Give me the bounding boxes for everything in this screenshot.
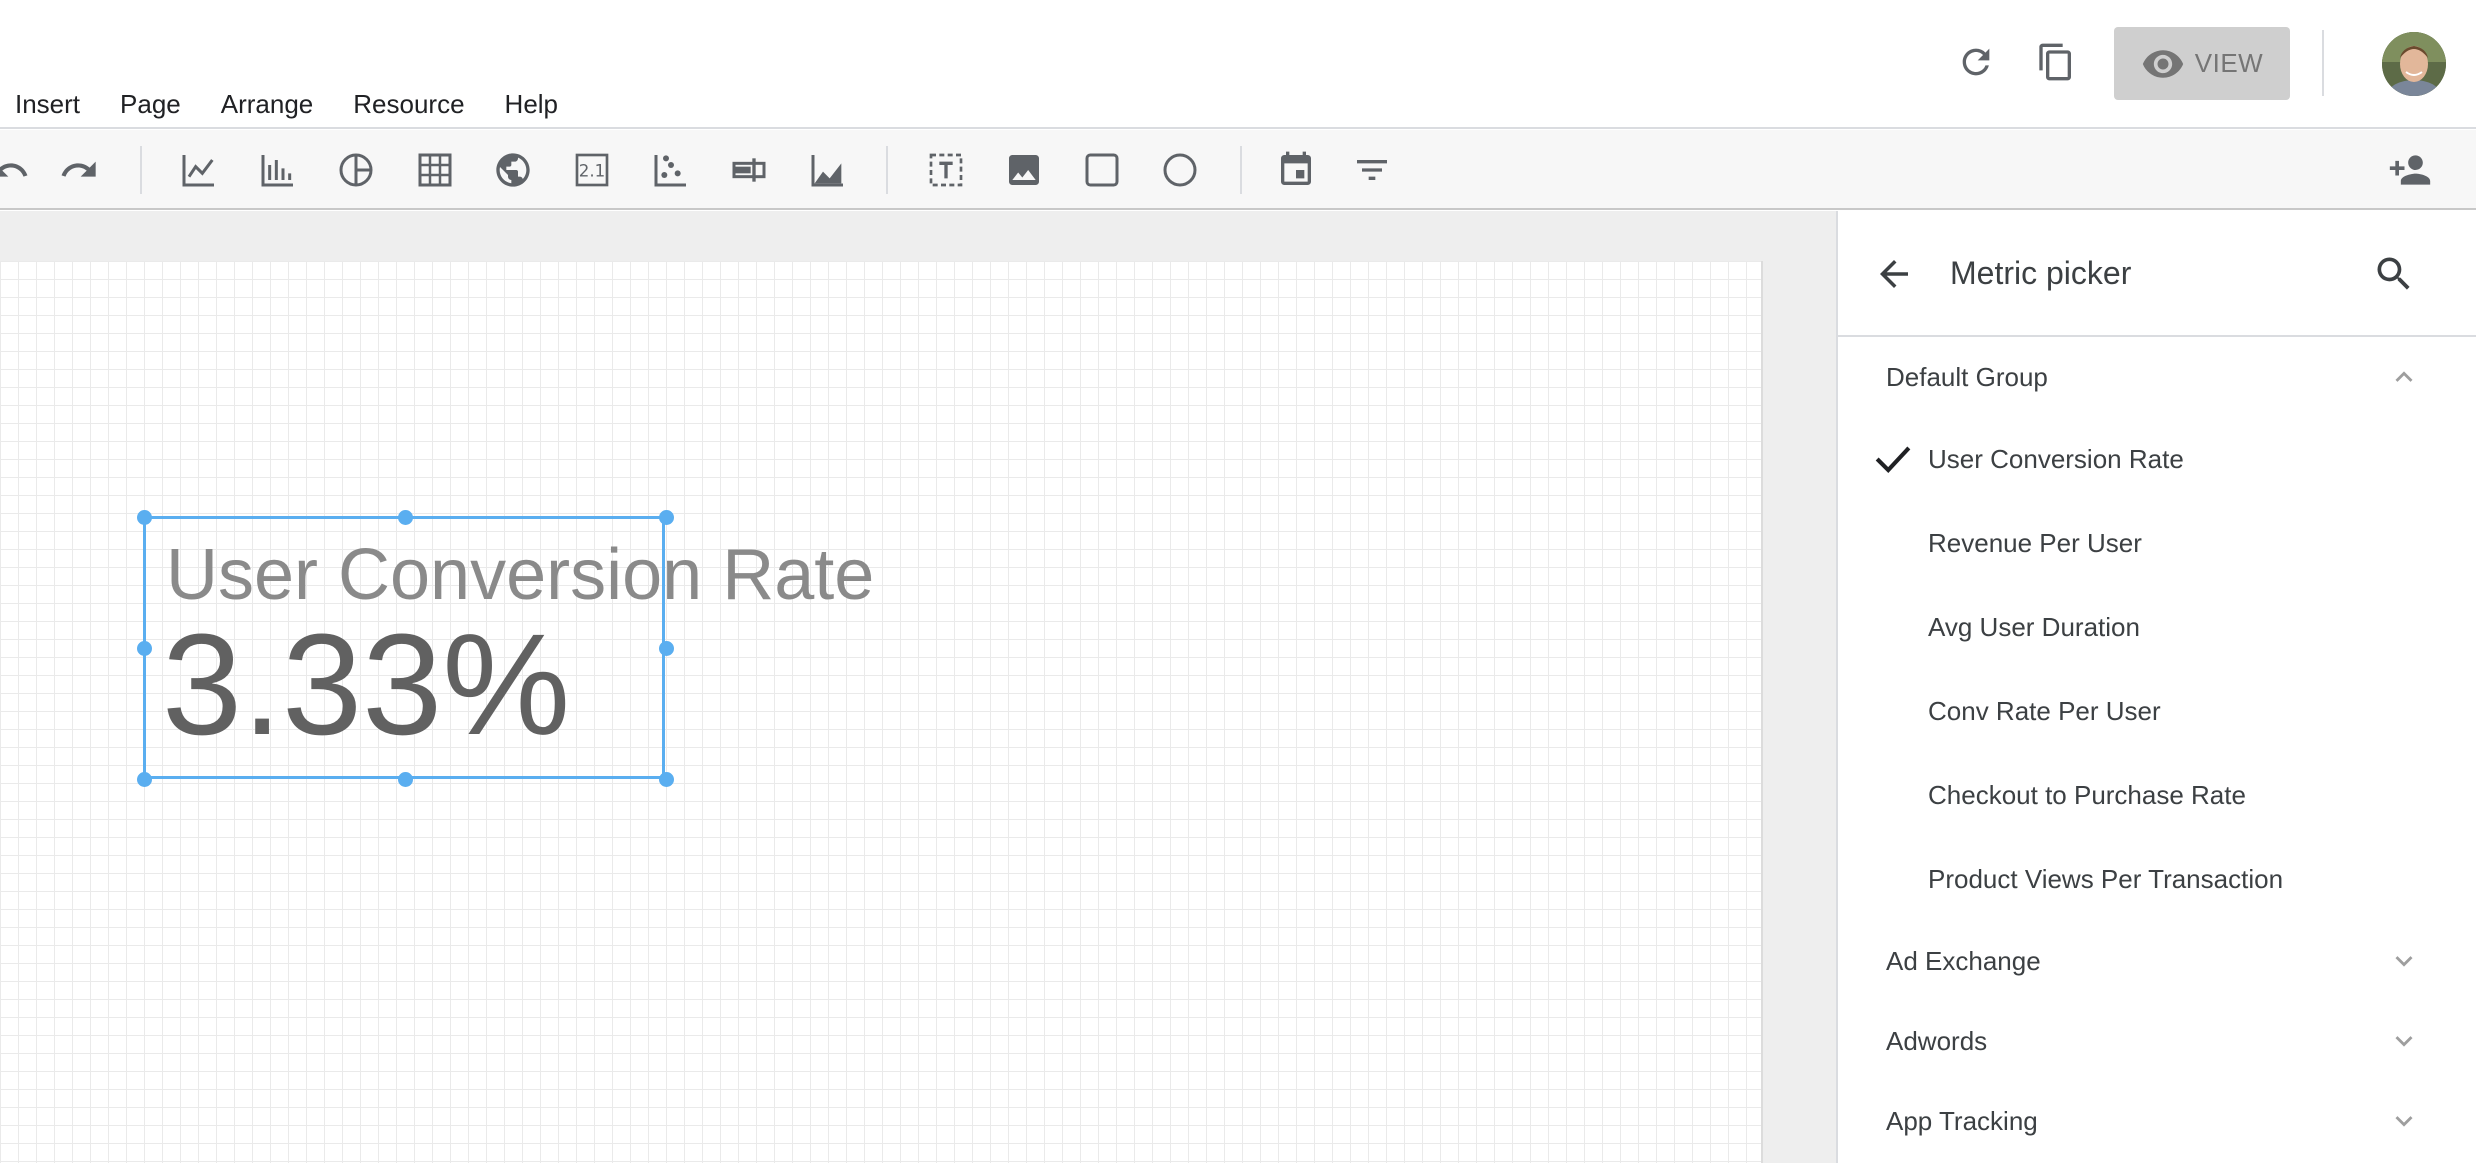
group-label: Adwords [1886, 1026, 1988, 1056]
eye-icon [2142, 49, 2183, 78]
group-default[interactable]: Default Group [1838, 342, 2476, 412]
image-icon[interactable] [1000, 146, 1048, 194]
geo-map-icon[interactable] [489, 146, 537, 194]
resize-handle-right[interactable] [659, 641, 674, 656]
redo-icon[interactable] [55, 146, 103, 194]
toolbar-separator [1240, 146, 1242, 194]
group-adwords[interactable]: Adwords [1838, 1006, 2476, 1076]
header-divider [2322, 30, 2324, 96]
avatar[interactable] [2382, 32, 2446, 96]
undo-icon[interactable] [0, 146, 34, 194]
table-icon[interactable] [411, 146, 459, 194]
view-button-label: VIEW [2194, 48, 2264, 78]
resize-handle-bottom[interactable] [398, 772, 413, 787]
metric-label: Product Views Per Transaction [1928, 864, 2284, 894]
rectangle-icon[interactable] [1078, 146, 1126, 194]
menu-page[interactable]: Page [120, 89, 181, 120]
arrow-back-icon [1880, 260, 1908, 288]
scorecard-value: 3.33% [162, 604, 571, 765]
panel-header: Metric picker [1838, 211, 2476, 337]
group-ad-exchange[interactable]: Ad Exchange [1838, 926, 2476, 996]
metric-item-product-views-per-transaction[interactable]: Product Views Per Transaction [1838, 844, 2476, 914]
menu-help[interactable]: Help [505, 89, 558, 120]
resize-handle-left[interactable] [137, 641, 152, 656]
view-button[interactable]: VIEW [2114, 27, 2290, 100]
back-button[interactable] [1868, 248, 1920, 300]
metric-item-conv-rate-per-user[interactable]: Conv Rate Per User [1838, 676, 2476, 746]
time-series-chart-icon[interactable] [175, 146, 223, 194]
chevron-down-icon[interactable] [2386, 1023, 2422, 1059]
resize-handle-top-right[interactable] [659, 510, 674, 525]
text-icon[interactable] [922, 146, 970, 194]
svg-text:2.1: 2.1 [579, 162, 606, 181]
bullet-chart-icon[interactable] [725, 146, 773, 194]
area-chart-icon[interactable] [804, 146, 852, 194]
metric-picker-panel: Metric picker Default Group User Convers… [1836, 211, 2476, 1163]
group-label: Default Group [1886, 362, 2048, 392]
menu-arrange[interactable]: Arrange [221, 89, 314, 120]
metric-label: User Conversion Rate [1928, 444, 2184, 474]
metric-label: Checkout to Purchase Rate [1928, 780, 2246, 810]
circle-icon[interactable] [1156, 146, 1204, 194]
toolbar: 2.1 [0, 130, 2476, 210]
metric-item-revenue-per-user[interactable]: Revenue Per User [1838, 508, 2476, 578]
group-label: Ad Exchange [1886, 946, 2041, 976]
bar-chart-icon[interactable] [254, 146, 302, 194]
metric-item-user-conversion-rate[interactable]: User Conversion Rate [1838, 424, 2476, 494]
toolbar-separator [886, 146, 888, 194]
chevron-down-icon[interactable] [2386, 943, 2422, 979]
menu-resource[interactable]: Resource [353, 89, 464, 120]
copy-icon[interactable] [2024, 30, 2088, 94]
toolbar-separator [140, 146, 142, 194]
date-range-icon[interactable] [1272, 146, 1320, 194]
check-icon [1875, 446, 1911, 474]
search-icon [2377, 257, 2410, 290]
group-app-tracking[interactable]: App Tracking [1838, 1086, 2476, 1156]
chevron-down-icon[interactable] [2386, 1103, 2422, 1139]
scatter-chart-icon[interactable] [647, 146, 695, 194]
metric-label: Conv Rate Per User [1928, 696, 2161, 726]
scorecard-icon[interactable]: 2.1 [568, 146, 616, 194]
menu-insert[interactable]: Insert [15, 89, 80, 120]
group-label: App Tracking [1886, 1106, 2038, 1136]
resize-handle-bottom-left[interactable] [137, 772, 152, 787]
pie-chart-icon[interactable] [332, 146, 380, 194]
resize-handle-bottom-right[interactable] [659, 772, 674, 787]
panel-title: Metric picker [1950, 255, 2132, 291]
add-person-icon[interactable] [2386, 146, 2434, 194]
menu-bar: Insert Page Arrange Resource Help [0, 84, 583, 124]
metric-item-checkout-to-purchase-rate[interactable]: Checkout to Purchase Rate [1838, 760, 2476, 830]
scorecard-chart[interactable]: User Conversion Rate 3.33% [137, 510, 874, 787]
app-header: Insert Page Arrange Resource Help VIEW [0, 0, 2476, 129]
resize-handle-top[interactable] [398, 510, 413, 525]
filter-control-icon[interactable] [1348, 146, 1396, 194]
chevron-up-icon[interactable] [2386, 359, 2422, 395]
scorecard-title: User Conversion Rate [166, 535, 875, 615]
refresh-icon[interactable] [1944, 30, 2008, 94]
metric-label: Avg User Duration [1928, 612, 2140, 642]
metric-item-avg-user-duration[interactable]: Avg User Duration [1838, 592, 2476, 662]
metric-label: Revenue Per User [1928, 528, 2142, 558]
search-button[interactable] [2368, 248, 2420, 300]
resize-handle-top-left[interactable] [137, 510, 152, 525]
